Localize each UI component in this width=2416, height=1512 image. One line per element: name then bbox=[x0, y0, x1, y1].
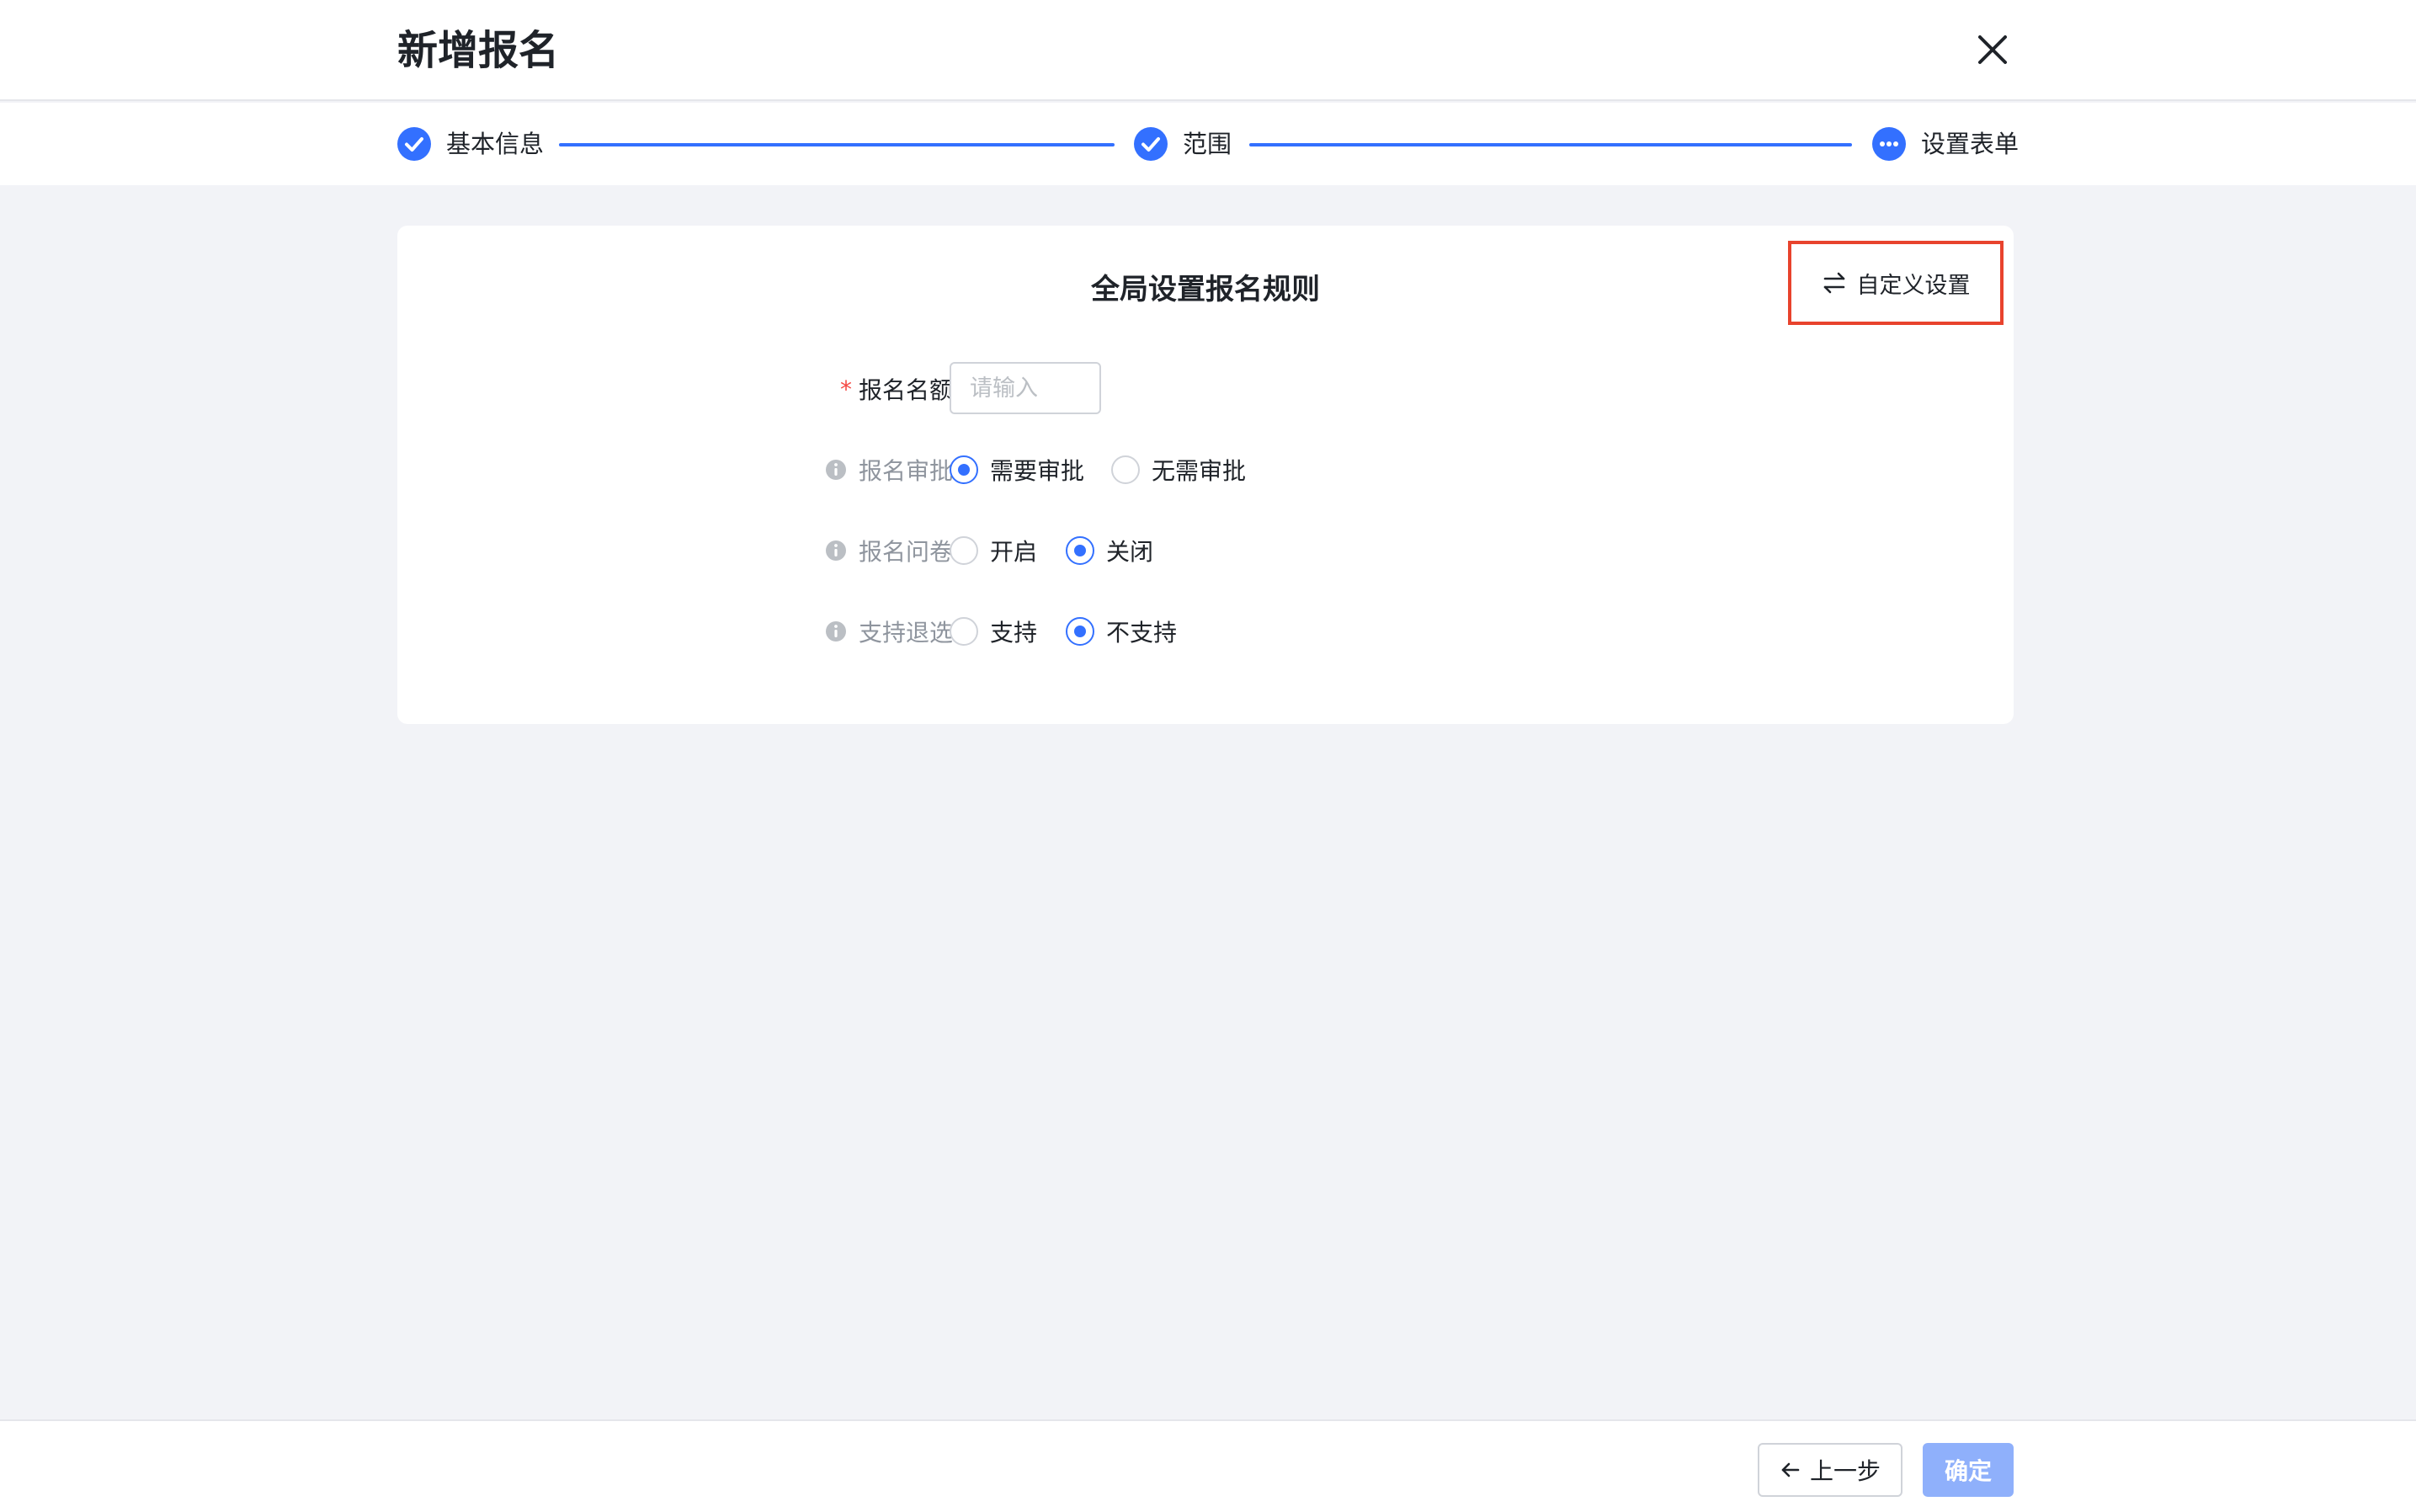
label-wrap: 支持退选 bbox=[751, 604, 953, 658]
radio-label: 开启 bbox=[990, 538, 1038, 566]
close-button[interactable] bbox=[1970, 27, 2015, 72]
radio-label: 不支持 bbox=[1106, 619, 1178, 647]
rules-card: 全局设置报名规则 自定义设置 * 报名名额 请输入 报名审批 需要审批 无需审批… bbox=[397, 226, 2014, 724]
withdraw-radio-group: 支持 不支持 bbox=[950, 604, 1204, 658]
radio-label: 关闭 bbox=[1106, 538, 1154, 566]
step-label: 基本信息 bbox=[446, 130, 545, 158]
stepper: 基本信息 范围 设置表单 bbox=[0, 103, 2416, 185]
custom-settings-label: 自定义设置 bbox=[1856, 272, 1971, 299]
header: 新增报名 bbox=[0, 0, 2416, 101]
radio-label: 需要审批 bbox=[990, 457, 1085, 485]
radio-checked[interactable] bbox=[1066, 617, 1095, 646]
label-wrap: 报名问卷 bbox=[751, 524, 953, 578]
footer: 上一步 确定 bbox=[0, 1419, 2416, 1512]
previous-step-button[interactable]: 上一步 bbox=[1758, 1443, 1902, 1497]
withdraw-label-text: 支持退选 bbox=[858, 619, 953, 647]
form-row-withdraw: 支持退选 支持 不支持 bbox=[397, 604, 2014, 658]
radio-label: 支持 bbox=[990, 619, 1038, 647]
info-icon[interactable] bbox=[825, 459, 847, 481]
quota-input[interactable] bbox=[950, 362, 1101, 414]
radio-label: 无需审批 bbox=[1152, 457, 1247, 485]
quota-label: * 报名名额 bbox=[840, 362, 953, 416]
radio-no-approval[interactable]: 无需审批 bbox=[1111, 453, 1246, 487]
label-wrap: 报名审批 bbox=[751, 443, 953, 497]
close-icon bbox=[1978, 35, 2007, 64]
radio-disable[interactable]: 关闭 bbox=[1066, 534, 1153, 567]
form-row-approval: 报名审批 需要审批 无需审批 bbox=[397, 443, 2014, 497]
form-row-quota: * 报名名额 bbox=[397, 362, 2014, 416]
radio-unchecked[interactable] bbox=[950, 536, 978, 565]
radio-unchecked[interactable] bbox=[950, 617, 978, 646]
info-icon[interactable] bbox=[825, 620, 847, 642]
confirm-label: 确定 bbox=[1944, 1457, 1992, 1485]
step-form-settings: 设置表单 bbox=[1872, 125, 2019, 163]
approval-label-text: 报名审批 bbox=[858, 457, 953, 485]
step-basic-info: 基本信息 bbox=[397, 125, 544, 163]
withdraw-label: 支持退选 bbox=[825, 604, 953, 658]
previous-step-label: 上一步 bbox=[1809, 1457, 1881, 1485]
step-connector bbox=[1249, 143, 1852, 146]
approval-radio-group: 需要审批 无需审批 bbox=[950, 443, 1273, 497]
radio-checked[interactable] bbox=[950, 455, 978, 484]
page-title: 新增报名 bbox=[397, 27, 560, 74]
info-icon[interactable] bbox=[825, 540, 847, 562]
quota-label-text: 报名名额 bbox=[858, 376, 953, 404]
questionnaire-label: 报名问卷 bbox=[825, 524, 953, 578]
step-connector bbox=[559, 143, 1115, 146]
card-title: 全局设置报名规则 bbox=[1091, 273, 1320, 306]
radio-checked[interactable] bbox=[1066, 536, 1095, 565]
step-scope: 范围 bbox=[1134, 125, 1232, 163]
check-circle-icon bbox=[1134, 127, 1168, 161]
confirm-button[interactable]: 确定 bbox=[1923, 1443, 2014, 1497]
radio-unchecked[interactable] bbox=[1111, 455, 1141, 484]
label-wrap: * 报名名额 bbox=[751, 362, 953, 416]
step-label: 设置表单 bbox=[1921, 130, 2020, 158]
radio-not-support[interactable]: 不支持 bbox=[1066, 615, 1177, 648]
swap-icon bbox=[1823, 272, 1844, 294]
radio-support[interactable]: 支持 bbox=[950, 615, 1037, 648]
page: 新增报名 基本信息 范围 设置表单 全局设置报名规则 自定义设置 * 报名名额 … bbox=[0, 0, 2416, 1512]
radio-enable[interactable]: 开启 bbox=[950, 534, 1037, 567]
arrow-left-icon bbox=[1781, 1462, 1800, 1477]
more-dots-circle-icon bbox=[1872, 127, 1906, 161]
questionnaire-label-text: 报名问卷 bbox=[858, 538, 953, 566]
step-label: 范围 bbox=[1183, 130, 1232, 158]
required-mark: * bbox=[839, 375, 852, 403]
radio-need-approval[interactable]: 需要审批 bbox=[950, 453, 1084, 487]
form-row-questionnaire: 报名问卷 开启 关闭 bbox=[397, 524, 2014, 578]
custom-settings-button[interactable]: 自定义设置 bbox=[1788, 241, 2004, 325]
questionnaire-radio-group: 开启 关闭 bbox=[950, 524, 1180, 578]
check-circle-icon bbox=[397, 127, 431, 161]
approval-label: 报名审批 bbox=[825, 443, 953, 497]
